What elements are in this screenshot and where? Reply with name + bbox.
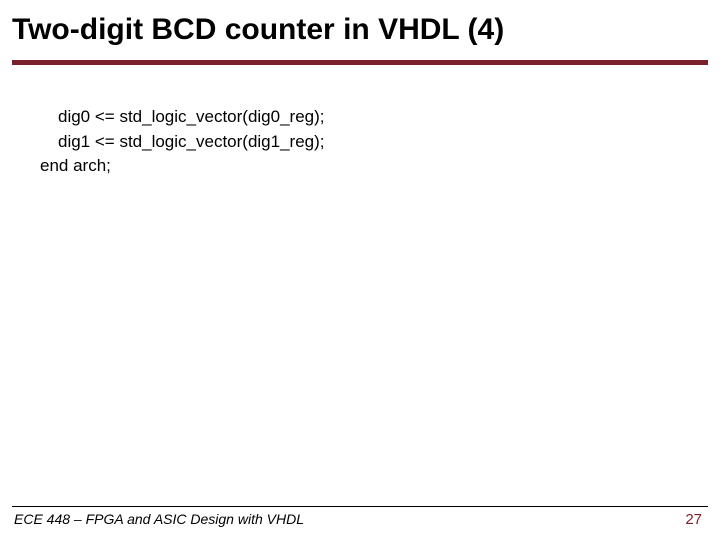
title-underline bbox=[12, 60, 708, 65]
footer-course-text: ECE 448 – FPGA and ASIC Design with VHDL bbox=[14, 511, 304, 527]
footer-row: ECE 448 – FPGA and ASIC Design with VHDL… bbox=[0, 511, 720, 528]
code-line: dig0 <= std_logic_vector(dig0_reg); bbox=[40, 105, 720, 130]
code-line: dig1 <= std_logic_vector(dig1_reg); bbox=[40, 130, 720, 155]
slide: Two-digit BCD counter in VHDL (4) dig0 <… bbox=[0, 0, 720, 540]
code-line: end arch; bbox=[40, 154, 720, 179]
page-number: 27 bbox=[685, 511, 702, 528]
code-block: dig0 <= std_logic_vector(dig0_reg); dig1… bbox=[40, 105, 720, 179]
footer-divider bbox=[12, 506, 708, 507]
footer: ECE 448 – FPGA and ASIC Design with VHDL… bbox=[0, 506, 720, 528]
slide-title: Two-digit BCD counter in VHDL (4) bbox=[0, 0, 720, 56]
